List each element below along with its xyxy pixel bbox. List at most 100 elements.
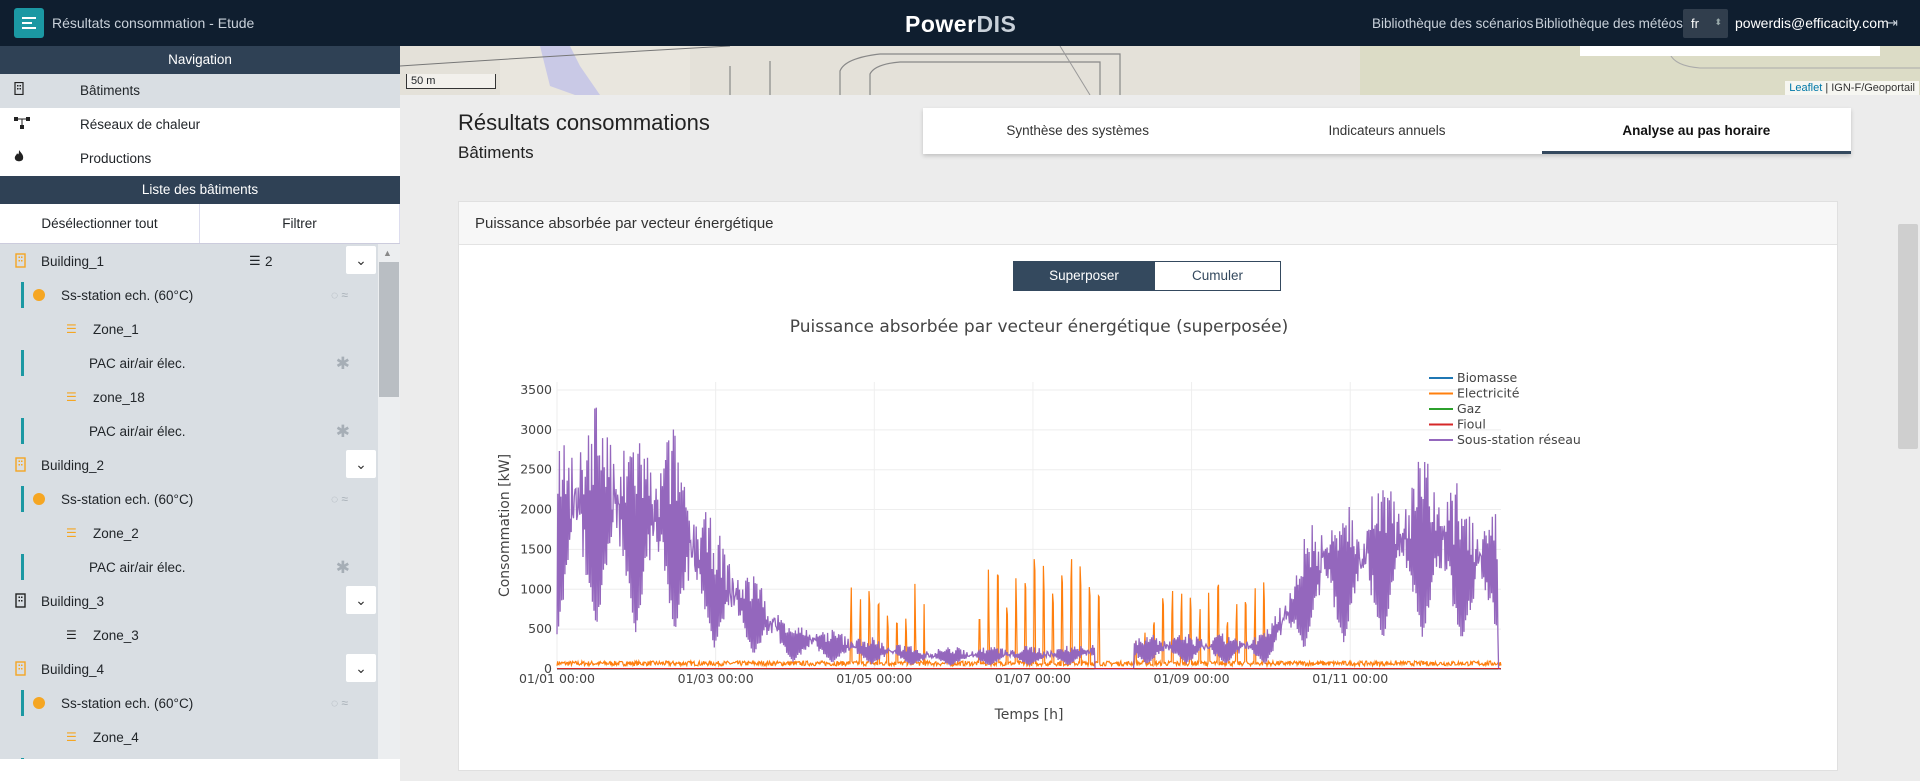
x-tick-label: 01/09 00:00 — [1154, 671, 1230, 686]
zone-row[interactable]: ☰ Zone_1 — [0, 312, 378, 346]
layers-icon: ☰ — [66, 730, 77, 744]
legend-item: Biomasse — [1457, 370, 1518, 385]
layers-icon: ☰ — [66, 322, 77, 336]
weather-library-link[interactable]: Bibliothèque des météos — [1535, 16, 1683, 31]
page-subtitle: Bâtiments — [458, 143, 534, 162]
substation-label: Ss-station ech. (60°C) — [61, 696, 194, 711]
chevron-down-icon[interactable]: ⌄ — [346, 246, 376, 274]
water-drop-icon: ◌ ≈ — [330, 492, 348, 506]
flame-icon — [14, 142, 24, 176]
filter-button[interactable]: Filtrer — [200, 204, 400, 243]
building-name: Building_1 — [41, 254, 105, 269]
x-axis-label: Temps [h] — [994, 707, 1064, 723]
snowflake-icon: ✱ — [335, 354, 350, 373]
y-tick-label: 1500 — [520, 541, 552, 556]
nav-item-buildings[interactable]: Bâtiments — [0, 74, 400, 108]
substation-row[interactable]: Ss-station ech. (60°C) ◌ ≈ — [0, 278, 378, 312]
logout-icon[interactable]: ⇥ — [1887, 15, 1898, 31]
y-tick-label: 3500 — [520, 382, 552, 397]
navigation-header: Navigation — [0, 46, 400, 74]
system-row[interactable]: PAC air/air élec. ✱ — [0, 414, 378, 448]
logo-dis: DIS — [976, 11, 1017, 37]
zone-count-badge: 2 — [265, 254, 273, 269]
menu-toggle-button[interactable] — [14, 8, 44, 38]
logo-power: Power — [905, 11, 977, 37]
x-tick-label: 01/11 00:00 — [1312, 671, 1388, 686]
legend-item: Gaz — [1457, 401, 1481, 416]
substation-row[interactable]: Ss-station ech. (60°C) ◌ ≈ — [0, 482, 378, 516]
layers-icon: ☰ — [66, 628, 77, 642]
list-actions: Désélectionner tout Filtrer — [0, 204, 400, 244]
chevron-down-icon[interactable]: ⌄ — [346, 654, 376, 682]
chart-title: Puissance absorbée par vecteur énergétiq… — [790, 317, 1288, 337]
building-list-header: Liste des bâtiments — [0, 176, 400, 204]
tab-annual-indicators[interactable]: Indicateurs annuels — [1232, 108, 1541, 154]
substation-dot-icon — [33, 493, 45, 505]
deselect-all-button[interactable]: Désélectionner tout — [0, 204, 200, 243]
scenario-library-link[interactable]: Bibliothèque des scénarios — [1372, 16, 1533, 31]
chevron-down-icon[interactable]: ⌄ — [346, 450, 376, 478]
zone-row[interactable]: ☰ zone_18 — [0, 380, 378, 414]
y-tick-label: 2500 — [520, 462, 552, 477]
list-scrollbar-thumb[interactable] — [379, 262, 399, 397]
nav-item-productions[interactable]: Productions — [0, 142, 400, 176]
tree-line — [21, 418, 24, 444]
tree-line — [21, 758, 24, 759]
user-email: powerdis@efficacity.com — [1735, 15, 1889, 31]
layers-icon: ☰ — [249, 253, 261, 268]
network-icon — [14, 108, 30, 142]
building-icon — [15, 457, 26, 472]
building-icon — [15, 661, 26, 676]
substation-label: Ss-station ech. (60°C) — [61, 492, 194, 507]
substation-label: Ss-station ech. (60°C) — [61, 288, 194, 303]
building-name: Building_4 — [41, 662, 105, 677]
building-row[interactable]: Building_4 ⌄ — [0, 652, 378, 686]
system-row[interactable]: PAC air/air élec. ✱ — [0, 346, 378, 380]
system-label: PAC air/air élec. — [89, 356, 186, 371]
series-line-electricite — [556, 559, 1502, 669]
map-view[interactable]: 50 m Leaflet | IGN-F/Geoportail — [400, 46, 1920, 95]
nav-item-label: Bâtiments — [80, 83, 141, 98]
zone-row[interactable]: ☰ Zone_2 — [0, 516, 378, 550]
legend-item: Electricité — [1457, 386, 1520, 401]
substation-row[interactable]: Ss-station ech. (60°C) ◌ ≈ — [0, 686, 378, 720]
zone-row[interactable]: ☰ Zone_3 — [0, 618, 378, 652]
chevron-down-icon[interactable]: ⌄ — [346, 586, 376, 614]
building-list: Building_1 ☰ 2 ⌄ Ss-station ech. (60°C) … — [0, 244, 400, 759]
scroll-up-icon[interactable]: ▲ — [383, 248, 392, 258]
x-tick-label: 01/07 00:00 — [995, 671, 1071, 686]
snowflake-icon: ✱ — [335, 558, 350, 577]
y-tick-label: 3000 — [520, 422, 552, 437]
consumption-chart[interactable]: Puissance absorbée par vecteur énergétiq… — [459, 202, 1839, 772]
leaflet-link[interactable]: Leaflet — [1789, 82, 1822, 94]
zone-row[interactable]: ☰ Zone_4 — [0, 720, 378, 754]
language-value: fr — [1691, 16, 1699, 31]
water-drop-icon: ◌ ≈ — [330, 696, 348, 710]
x-tick-label: 01/05 00:00 — [836, 671, 912, 686]
building-row[interactable]: Building_2 ⌄ — [0, 448, 378, 482]
water-drop-icon: ◌ ≈ — [330, 288, 348, 302]
building-row[interactable]: Building_1 ☰ 2 ⌄ — [0, 244, 378, 278]
top-navbar: Résultats consommation - Etude PowerDIS … — [0, 0, 1920, 46]
results-tabs: Synthèse des systèmes Indicateurs annuel… — [923, 108, 1851, 154]
layers-icon: ☰ — [66, 390, 77, 404]
page-scrollbar-thumb[interactable] — [1898, 224, 1918, 449]
building-name: Building_3 — [41, 594, 105, 609]
nav-item-label: Réseaux de chaleur — [80, 117, 201, 132]
map-roads — [400, 46, 1920, 95]
zone-label: Zone_3 — [93, 628, 139, 643]
building-icon — [15, 593, 26, 608]
map-scale: 50 m — [406, 74, 496, 89]
tab-hourly-analysis[interactable]: Analyse au pas horaire — [1541, 108, 1851, 154]
system-label: PAC air/air élec. — [89, 560, 186, 575]
language-select[interactable]: fr ⬍ — [1683, 9, 1728, 38]
building-row[interactable]: Building_3 ⌄ — [0, 584, 378, 618]
series-line-sous-station — [556, 407, 1501, 670]
tab-systems-summary[interactable]: Synthèse des systèmes — [923, 108, 1232, 154]
substation-dot-icon — [33, 289, 45, 301]
y-tick-label: 1000 — [520, 581, 552, 596]
building-icon — [14, 74, 24, 108]
system-row[interactable]: PAC air/air élec. ✱ — [0, 550, 378, 584]
page-scrollbar[interactable] — [1898, 46, 1920, 781]
nav-item-heat-networks[interactable]: Réseaux de chaleur — [0, 108, 400, 142]
